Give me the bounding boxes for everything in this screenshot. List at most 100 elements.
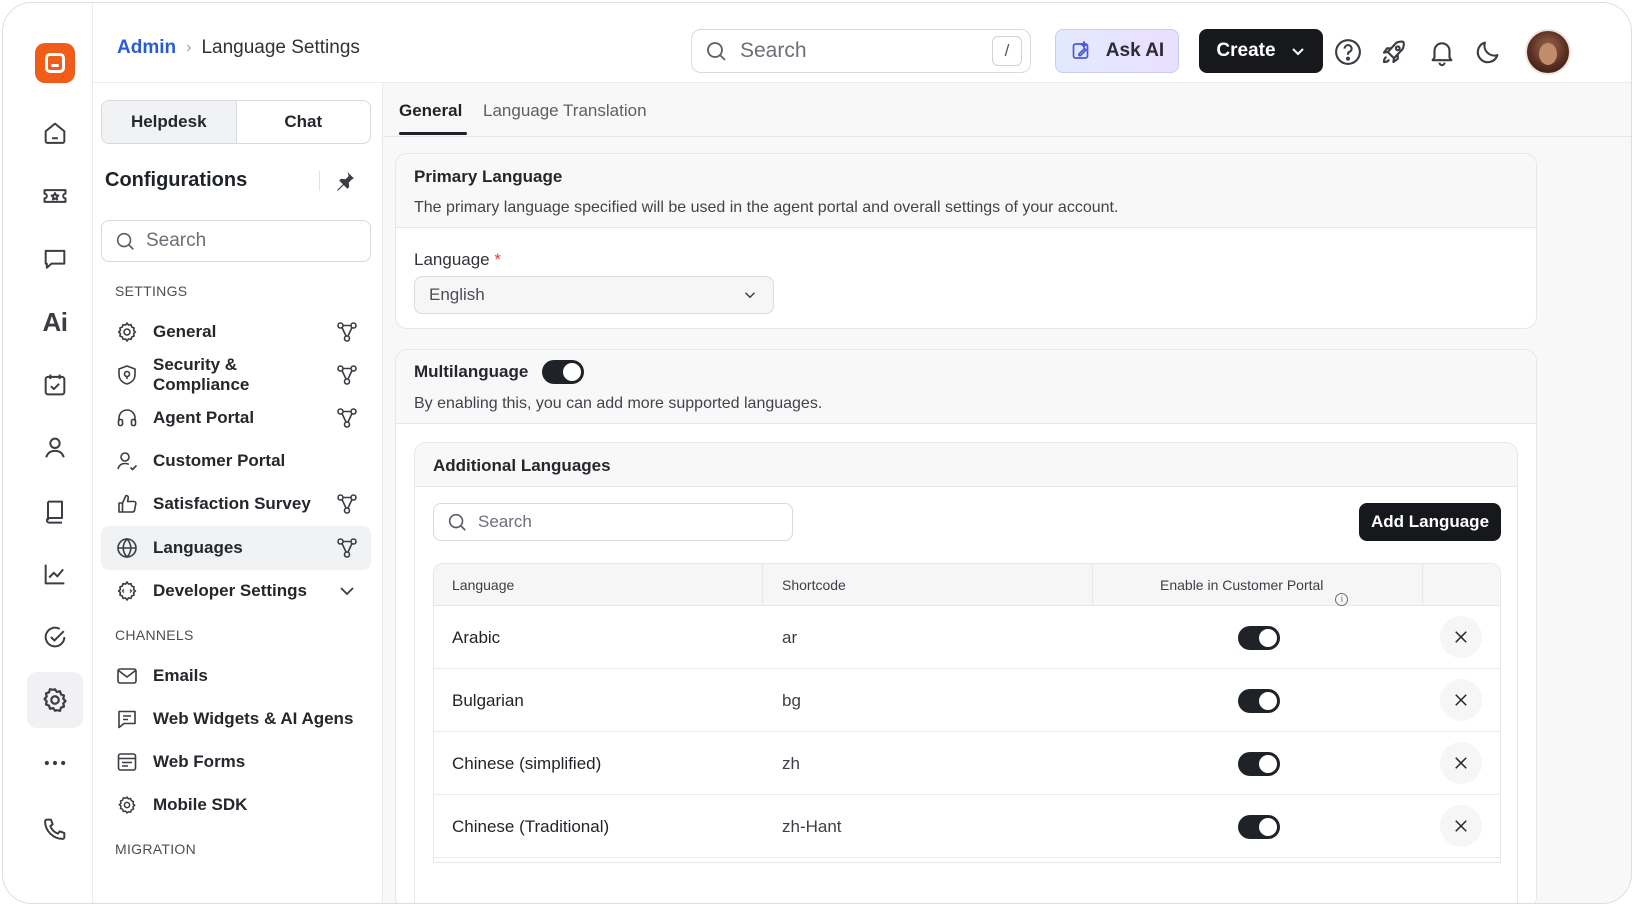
info-icon[interactable]: i <box>1335 592 1349 606</box>
sidebar-item-label: Web Forms <box>153 752 246 771</box>
rail-phone-button[interactable] <box>27 801 83 857</box>
language-name: Arabic <box>452 628 501 647</box>
ticket-icon <box>43 189 67 203</box>
rail-knowledge-button[interactable] <box>27 483 83 539</box>
sidebar-item-label: Web Widgets & AI Agens <box>153 709 354 728</box>
sidebar-item-mobile-sdk[interactable]: Mobile SDK <box>101 783 371 827</box>
section-channels-heading: CHANNELS <box>115 627 194 643</box>
table-row: Arabic ar <box>434 606 1500 669</box>
breadcrumb-admin-link[interactable]: Admin <box>117 37 176 59</box>
remove-language-button[interactable] <box>1440 805 1482 847</box>
sidebar-item-agent-portal[interactable]: Agent Portal <box>101 396 371 440</box>
required-mark: * <box>494 250 501 269</box>
tab-general[interactable]: General <box>399 101 462 121</box>
sidebar-item-languages[interactable]: Languages <box>101 526 371 570</box>
chat-lines-icon <box>118 710 136 729</box>
enable-portal-toggle[interactable] <box>1238 752 1280 776</box>
add-language-button[interactable]: Add Language <box>1359 503 1501 541</box>
language-shortcode: bg <box>782 691 801 710</box>
close-icon <box>1455 820 1467 832</box>
user-icon <box>45 437 65 458</box>
create-button[interactable]: Create <box>1199 29 1323 73</box>
global-search[interactable]: / <box>691 29 1031 73</box>
rail-conversations-button[interactable] <box>27 231 83 287</box>
chart-line-icon <box>44 564 65 585</box>
global-search-input[interactable] <box>740 39 970 63</box>
home-icon <box>44 122 66 144</box>
sidebar-item-label: Customer Portal <box>153 451 286 470</box>
sdk-gear-icon <box>118 796 136 814</box>
moon-icon[interactable] <box>1473 37 1503 67</box>
rail-contacts-button[interactable] <box>27 420 83 476</box>
enable-portal-toggle[interactable] <box>1238 689 1280 713</box>
chevron-down-icon <box>340 587 354 596</box>
column-divider <box>1092 564 1093 606</box>
column-header-shortcode: Shortcode <box>782 577 846 593</box>
additional-languages-card: Additional Languages Add Language Langua… <box>414 442 1518 903</box>
segment-helpdesk[interactable]: Helpdesk <box>102 101 237 143</box>
sidebar-item-developer-settings[interactable]: Developer Settings <box>101 569 371 613</box>
language-search[interactable] <box>433 503 793 541</box>
ask-ai-button[interactable]: Ask AI <box>1055 29 1179 73</box>
rail-reports-button[interactable] <box>27 546 83 602</box>
rail-tasks-button[interactable] <box>27 357 83 413</box>
sidebar-item-customer-portal[interactable]: Customer Portal <box>101 439 371 483</box>
multilanguage-toggle[interactable] <box>542 360 585 384</box>
check-circle-icon <box>44 626 66 648</box>
segment-chat[interactable]: Chat <box>237 101 371 143</box>
language-field-label: Language * <box>414 250 501 270</box>
remove-language-button[interactable] <box>1440 679 1482 721</box>
rail-tickets-button[interactable] <box>27 168 83 224</box>
rail-settings-button[interactable] <box>27 672 83 728</box>
avatar[interactable] <box>1525 29 1571 75</box>
sidebar-item-general[interactable]: General <box>101 310 371 354</box>
rail-home-button[interactable] <box>27 105 83 161</box>
search-icon <box>116 232 134 250</box>
language-shortcode: ar <box>782 628 798 647</box>
calendar-check-icon <box>44 374 66 396</box>
rail-ai-button[interactable]: Ai <box>27 294 83 350</box>
globe-icon <box>117 537 137 559</box>
multilanguage-card: Multilanguage By enabling this, you can … <box>395 349 1537 903</box>
primary-language-title: Primary Language <box>414 167 563 186</box>
primary-language-select[interactable]: English <box>414 276 774 314</box>
sidebar-item-emails[interactable]: Emails <box>101 654 371 698</box>
main-content: General Language Translation Primary Lan… <box>383 83 1631 903</box>
column-header-enable-portal: Enable in Customer Portal i <box>1160 577 1349 606</box>
help-circle-icon[interactable] <box>1333 37 1363 67</box>
enable-portal-toggle[interactable] <box>1238 815 1280 839</box>
brand-logo[interactable] <box>35 43 75 83</box>
additional-languages-title: Additional Languages <box>433 456 611 475</box>
book-icon <box>45 500 63 524</box>
language-shortcode: zh-Hant <box>782 817 842 836</box>
sidebar-item-label: Mobile SDK <box>153 795 248 814</box>
primary-language-value: English <box>429 285 485 304</box>
enable-portal-toggle[interactable] <box>1238 626 1280 650</box>
remove-language-button[interactable] <box>1440 742 1482 784</box>
sidebar-search-input[interactable] <box>146 230 346 252</box>
tab-language-translation[interactable]: Language Translation <box>483 101 647 121</box>
remove-language-button[interactable] <box>1440 616 1482 658</box>
pin-icon[interactable] <box>333 169 357 193</box>
rail-approvals-button[interactable] <box>27 609 83 665</box>
sidebar-item-web-forms[interactable]: Web Forms <box>101 740 371 784</box>
chevron-right-icon: › <box>186 39 192 56</box>
additional-languages-header: Additional Languages <box>415 443 1517 487</box>
rocket-icon[interactable] <box>1379 37 1409 67</box>
close-icon <box>1455 631 1467 643</box>
sidebar-search[interactable] <box>101 220 371 262</box>
rail-more-button[interactable] <box>27 735 83 791</box>
sidebar-item-satisfaction-survey[interactable]: Satisfaction Survey <box>101 482 371 526</box>
create-label: Create <box>1216 40 1276 61</box>
sidebar-item-security[interactable]: Security & Compliance <box>101 353 371 397</box>
language-label-text: Language <box>414 250 490 269</box>
form-icon <box>117 753 137 771</box>
multilanguage-title: Multilanguage <box>414 362 529 381</box>
bell-icon[interactable] <box>1427 37 1457 67</box>
workflow-icon <box>337 494 357 514</box>
chevron-down-icon <box>1291 48 1304 56</box>
sidebar-item-web-widgets[interactable]: Web Widgets & AI Agens <box>101 697 371 741</box>
api-gear-icon <box>117 581 137 601</box>
language-search-input[interactable] <box>478 512 758 532</box>
page-title: Language Settings <box>201 37 360 58</box>
